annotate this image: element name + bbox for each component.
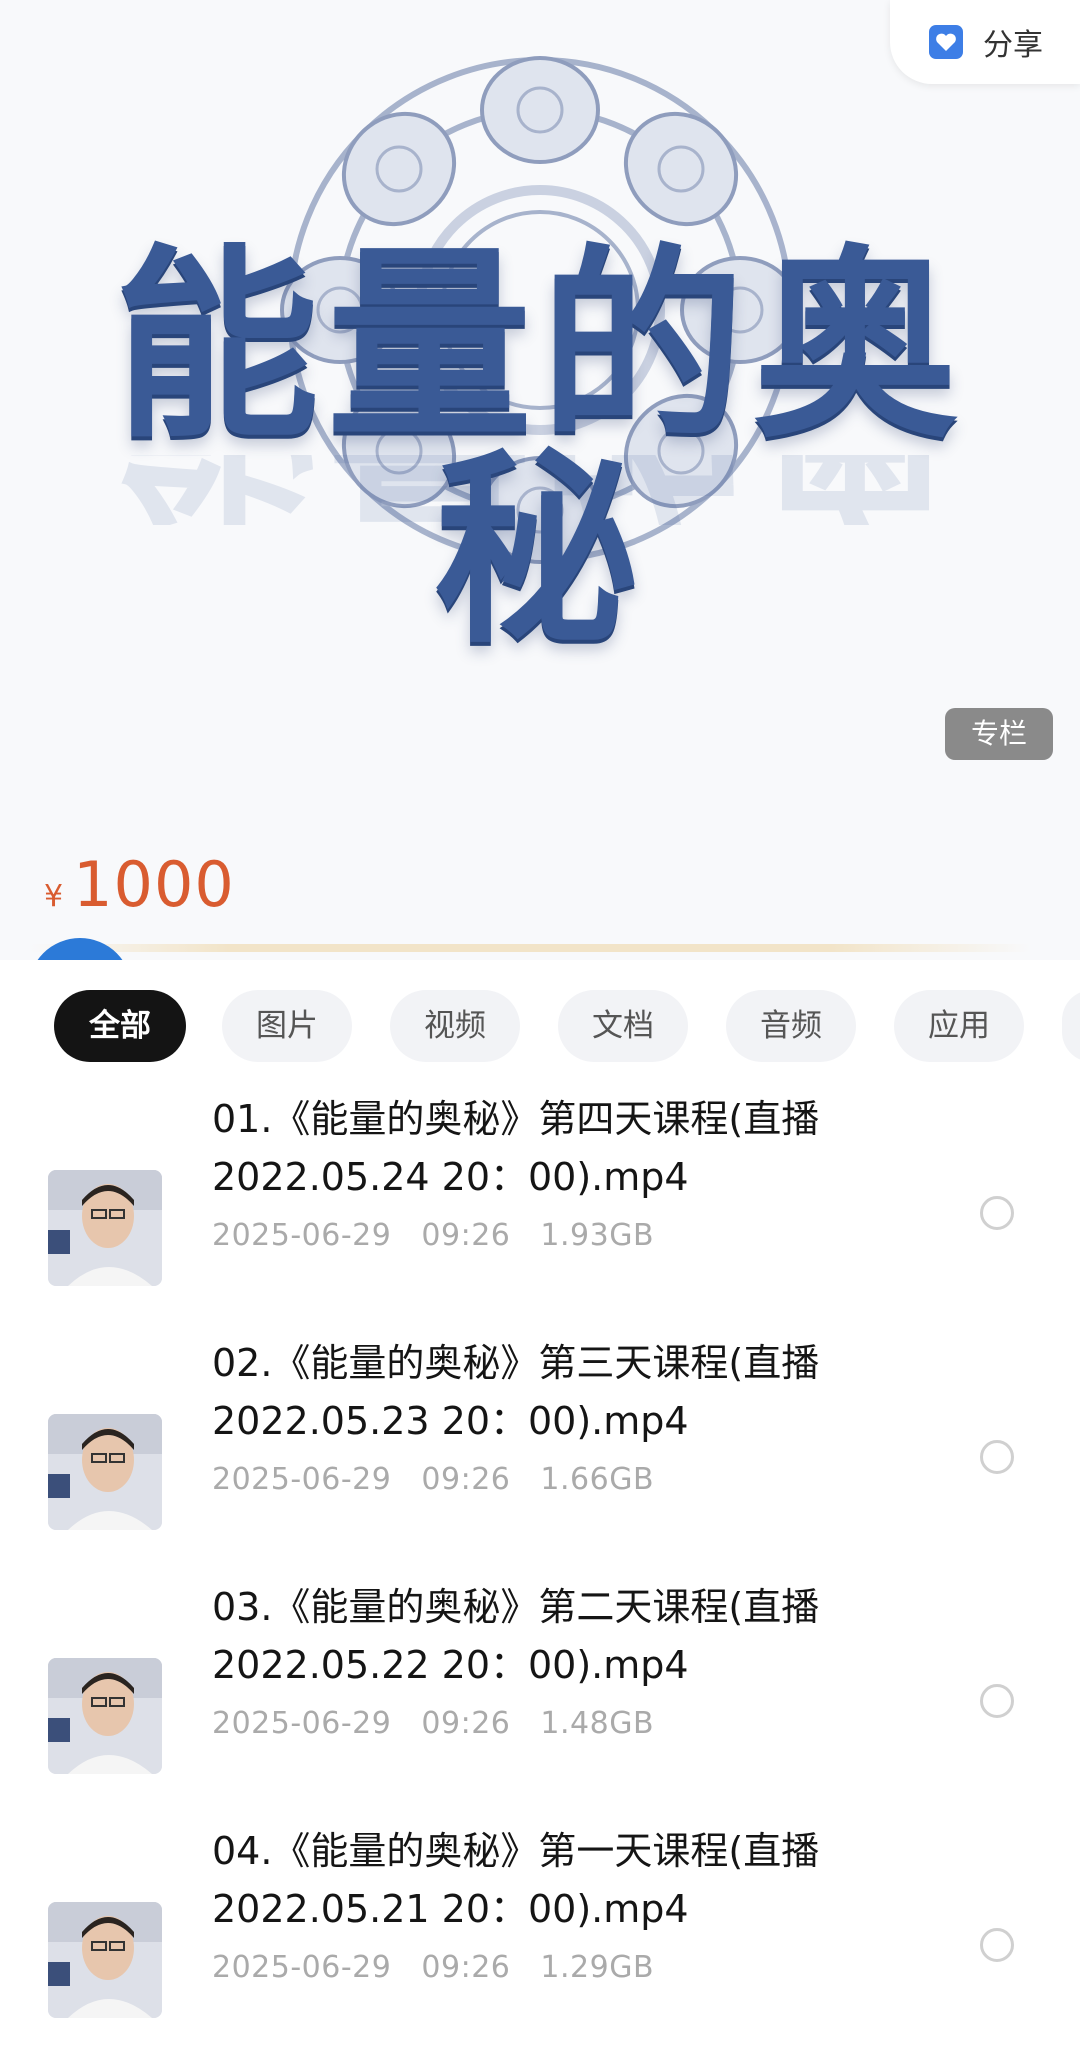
share-label: 分享	[983, 28, 1043, 63]
file-name-line1: 03.《能量的奥秘》第二天课程(直播	[212, 1585, 820, 1629]
select-radio[interactable]	[980, 1440, 1014, 1474]
video-thumbnail	[48, 1658, 162, 1774]
video-thumbnail	[48, 1170, 162, 1286]
file-size: 1.29GB	[540, 1950, 655, 1985]
file-row[interactable]: 04.《能量的奥秘》第一天课程(直播 2022.05.21 20：00).mp4…	[0, 1822, 1080, 2022]
price-divider	[30, 944, 1030, 952]
page: 能量的奥秘 能量的奥秘 分享 专栏 ¥ 1000 全部 图片 视频 文档 音频 …	[0, 0, 1080, 2064]
file-date: 2025-06-29	[212, 1462, 392, 1497]
file-time: 09:26	[421, 1706, 511, 1741]
video-thumbnail	[48, 1414, 162, 1530]
filter-chip-all[interactable]: 全部	[54, 990, 186, 1062]
filter-chip-videos[interactable]: 视频	[390, 990, 520, 1062]
course-banner[interactable]: 能量的奥秘 能量的奥秘 分享 专栏 ¥ 1000	[0, 0, 1080, 960]
file-name: 01.《能量的奥秘》第四天课程(直播 2022.05.24 20：00).mp4	[212, 1090, 912, 1206]
file-name-line2: 2022.05.24 20：00).mp4	[212, 1155, 689, 1199]
price: ¥ 1000	[44, 848, 235, 921]
file-name: 04.《能量的奥秘》第一天课程(直播 2022.05.21 20：00).mp4	[212, 1822, 912, 1938]
price-amount: 1000	[73, 848, 235, 921]
file-date: 2025-06-29	[212, 1218, 392, 1253]
file-name-line1: 02.《能量的奥秘》第三天课程(直播	[212, 1341, 820, 1385]
file-time: 09:26	[421, 1950, 511, 1985]
select-radio[interactable]	[980, 1928, 1014, 1962]
file-time: 09:26	[421, 1218, 511, 1253]
file-name: 03.《能量的奥秘》第二天课程(直播 2022.05.22 20：00).mp4	[212, 1578, 912, 1694]
file-row[interactable]: 03.《能量的奥秘》第二天课程(直播 2022.05.22 20：00).mp4…	[0, 1578, 1080, 1778]
file-meta: 2025-06-29 09:26 1.66GB	[212, 1462, 654, 1497]
file-row[interactable]: 01.《能量的奥秘》第四天课程(直播 2022.05.24 20：00).mp4…	[0, 1090, 1080, 1290]
filter-chip-more[interactable]	[1062, 990, 1080, 1062]
file-meta: 2025-06-29 09:26 1.48GB	[212, 1706, 654, 1741]
file-name-line1: 04.《能量的奥秘》第一天课程(直播	[212, 1829, 820, 1873]
file-meta: 2025-06-29 09:26 1.93GB	[212, 1218, 654, 1253]
file-name-line1: 01.《能量的奥秘》第四天课程(直播	[212, 1097, 820, 1141]
banner-title: 能量的奥秘	[114, 228, 966, 671]
file-date: 2025-06-29	[212, 1950, 392, 1985]
select-radio[interactable]	[980, 1684, 1014, 1718]
column-tag-badge: 专栏	[945, 708, 1053, 760]
select-radio[interactable]	[980, 1196, 1014, 1230]
file-name-line2: 2022.05.21 20：00).mp4	[212, 1887, 689, 1931]
file-meta: 2025-06-29 09:26 1.29GB	[212, 1950, 654, 1985]
file-sheet: 全部 图片 视频 文档 音频 应用 01.《能量的奥秘》第四天课程(直播 202…	[0, 960, 1080, 2064]
video-thumbnail	[48, 1902, 162, 2018]
file-name-line2: 2022.05.23 20：00).mp4	[212, 1399, 689, 1443]
filter-bar: 全部 图片 视频 文档 音频 应用	[0, 990, 1080, 1062]
currency-symbol: ¥	[44, 879, 64, 914]
filter-chip-apps[interactable]: 应用	[894, 990, 1024, 1062]
filter-chip-images[interactable]: 图片	[222, 990, 352, 1062]
file-name-line2: 2022.05.22 20：00).mp4	[212, 1643, 689, 1687]
file-row[interactable]: 02.《能量的奥秘》第三天课程(直播 2022.05.23 20：00).mp4…	[0, 1334, 1080, 1534]
file-size: 1.93GB	[540, 1218, 655, 1253]
banner-title-reflection: 能量的奥秘	[60, 455, 1020, 525]
file-size: 1.48GB	[540, 1706, 655, 1741]
filter-chip-documents[interactable]: 文档	[558, 990, 688, 1062]
file-date: 2025-06-29	[212, 1706, 392, 1741]
share-heart-icon	[929, 25, 963, 59]
file-time: 09:26	[421, 1462, 511, 1497]
share-button[interactable]: 分享	[890, 0, 1080, 84]
file-size: 1.66GB	[540, 1462, 655, 1497]
file-name: 02.《能量的奥秘》第三天课程(直播 2022.05.23 20：00).mp4	[212, 1334, 912, 1450]
filter-chip-audio[interactable]: 音频	[726, 990, 856, 1062]
